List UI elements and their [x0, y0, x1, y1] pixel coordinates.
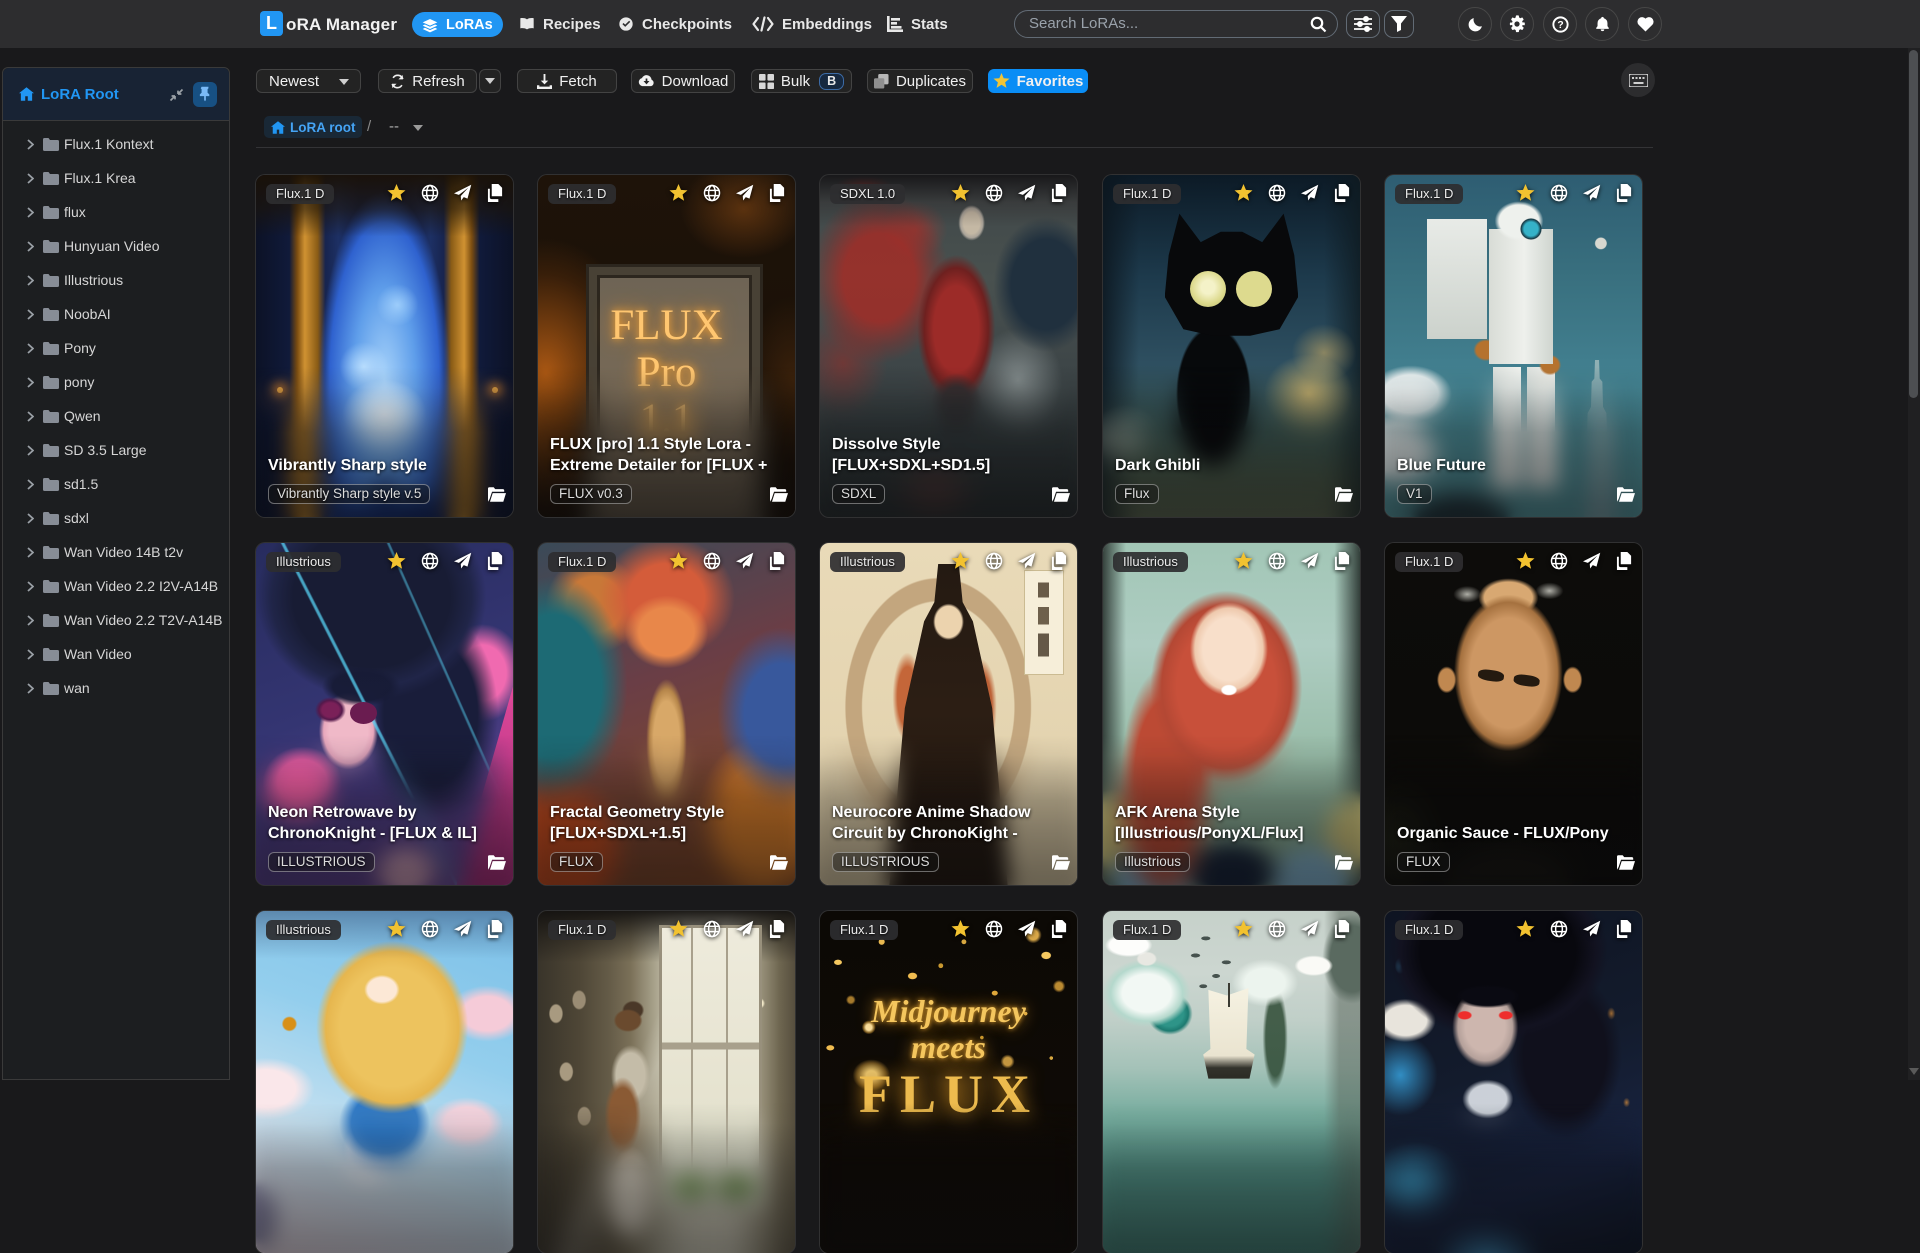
- svg-text:?: ?: [1557, 20, 1563, 31]
